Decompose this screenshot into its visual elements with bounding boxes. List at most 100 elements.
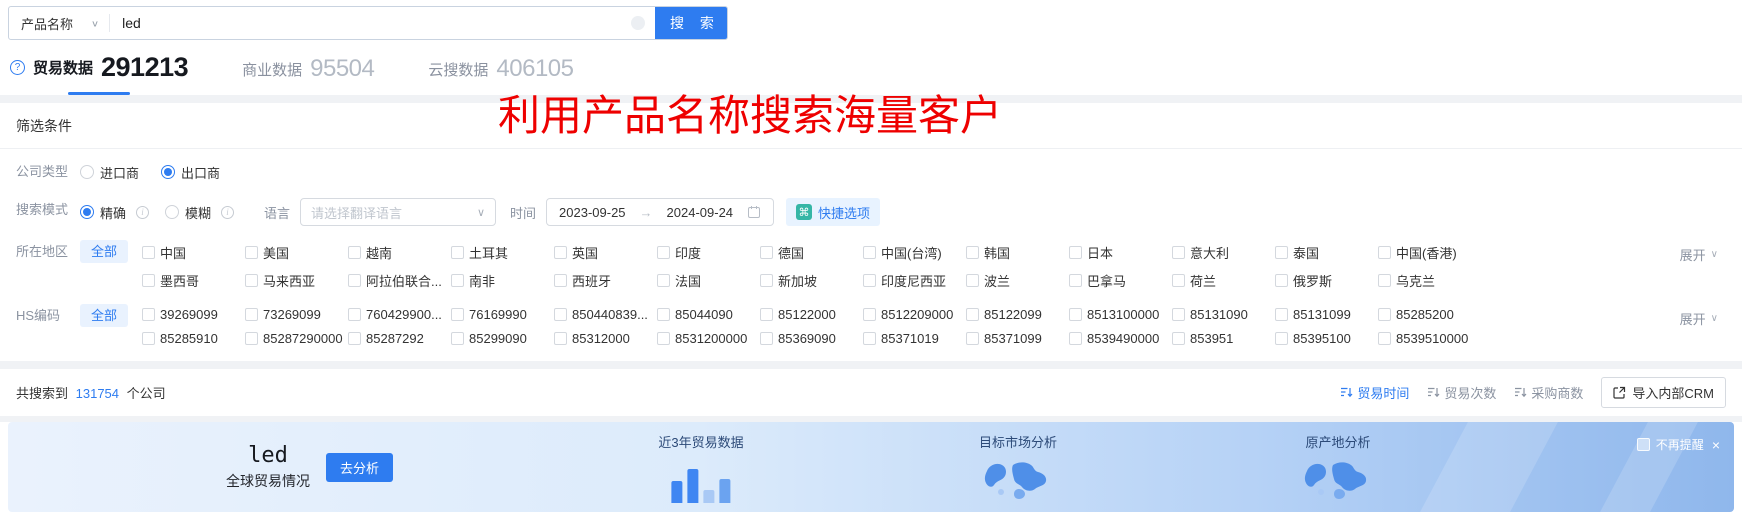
checkbox-icon[interactable] (1069, 308, 1083, 321)
hs-code-checkbox[interactable]: 85369090 (760, 331, 863, 346)
region-checkbox[interactable]: 南非 (451, 271, 554, 290)
hs-code-checkbox[interactable]: 85287290000 (245, 331, 348, 346)
checkbox-icon[interactable] (142, 308, 156, 321)
checkbox-icon[interactable] (1275, 332, 1289, 345)
region-checkbox[interactable]: 波兰 (966, 271, 1069, 290)
hs-code-checkbox[interactable]: 85122099 (966, 307, 1069, 322)
date-end[interactable]: 2024-09-24 (667, 205, 734, 220)
region-checkbox[interactable]: 韩国 (966, 243, 1069, 262)
checkbox-icon[interactable] (348, 246, 362, 259)
region-checkbox[interactable]: 新加坡 (760, 271, 863, 290)
checkbox-icon[interactable] (1378, 332, 1392, 345)
checkbox-icon[interactable] (1172, 274, 1186, 287)
checkbox-icon[interactable] (554, 332, 568, 345)
checkbox-icon[interactable] (1378, 274, 1392, 287)
question-icon[interactable]: ? (10, 60, 25, 75)
checkbox-icon[interactable] (451, 274, 465, 287)
checkbox-icon[interactable] (1172, 332, 1186, 345)
region-checkbox[interactable]: 西班牙 (554, 271, 657, 290)
checkbox-icon[interactable] (1172, 308, 1186, 321)
checkbox-icon[interactable] (245, 274, 259, 287)
hs-code-checkbox[interactable]: 85312000 (554, 331, 657, 346)
hs-code-checkbox[interactable]: 85285910 (142, 331, 245, 346)
hs-code-checkbox[interactable]: 8539490000 (1069, 331, 1172, 346)
region-checkbox[interactable]: 中国(台湾) (863, 243, 966, 262)
checkbox-icon[interactable] (451, 308, 465, 321)
hs-code-checkbox[interactable]: 850440839... (554, 307, 657, 322)
region-checkbox[interactable]: 法国 (657, 271, 760, 290)
banner-card-trade-3yr[interactable]: 近3年贸易数据 (658, 432, 744, 503)
analyze-button[interactable]: 去分析 (326, 452, 394, 482)
hs-code-checkbox[interactable]: 76169990 (451, 307, 554, 322)
checkbox-icon[interactable] (657, 332, 671, 345)
region-checkbox[interactable]: 墨西哥 (142, 271, 245, 290)
search-button[interactable]: 搜 索 (655, 7, 727, 39)
checkbox-icon[interactable] (554, 246, 568, 259)
close-icon[interactable]: × (1712, 437, 1720, 453)
language-select[interactable]: 请选择翻译语言 ∨ (300, 198, 497, 226)
checkbox-icon[interactable] (1275, 274, 1289, 287)
checkbox-icon[interactable] (1378, 308, 1392, 321)
region-checkbox[interactable]: 日本 (1069, 243, 1172, 262)
hs-code-checkbox[interactable]: 39269099 (142, 307, 245, 322)
checkbox-icon[interactable] (1069, 274, 1083, 287)
hs-code-checkbox[interactable]: 853951 (1172, 331, 1275, 346)
checkbox-icon[interactable] (451, 246, 465, 259)
region-checkbox[interactable]: 土耳其 (451, 243, 554, 262)
checkbox-icon[interactable] (142, 274, 156, 287)
checkbox-icon[interactable] (760, 274, 774, 287)
hs-code-checkbox[interactable]: 760429900... (348, 307, 451, 322)
results-count[interactable]: 131754 (76, 386, 119, 401)
checkbox-icon[interactable] (1275, 308, 1289, 321)
hs-code-checkbox[interactable]: 85131099 (1275, 307, 1378, 322)
region-checkbox[interactable]: 泰国 (1275, 243, 1378, 262)
region-checkbox[interactable]: 美国 (245, 243, 348, 262)
tab-trade-data[interactable]: ? 贸易数据 291213 (10, 54, 189, 95)
checkbox-icon[interactable] (1636, 438, 1650, 451)
checkbox-icon[interactable] (451, 332, 465, 345)
sort-trade-time[interactable]: 贸易时间 (1340, 383, 1409, 402)
sort-buyer-count[interactable]: 采购商数 (1514, 383, 1583, 402)
date-range-picker[interactable]: 2023-09-25 → 2024-09-24 (546, 198, 775, 226)
checkbox-icon[interactable] (863, 332, 877, 345)
hs-expand-link[interactable]: 展开 ∨ (1680, 309, 1718, 328)
checkbox-icon[interactable] (245, 246, 259, 259)
hs-code-checkbox[interactable]: 85285200 (1378, 307, 1481, 322)
checkbox-icon[interactable] (142, 332, 156, 345)
checkbox-icon[interactable] (863, 308, 877, 321)
hs-code-checkbox[interactable]: 85122000 (760, 307, 863, 322)
checkbox-icon[interactable] (142, 246, 156, 259)
checkbox-icon[interactable] (1275, 246, 1289, 259)
checkbox-icon[interactable] (245, 308, 259, 321)
region-expand-link[interactable]: 展开 ∨ (1680, 245, 1718, 264)
region-checkbox[interactable]: 印度 (657, 243, 760, 262)
radio-fuzzy[interactable]: 模糊 (165, 203, 211, 222)
checkbox-icon[interactable] (348, 274, 362, 287)
hs-code-checkbox[interactable]: 85131090 (1172, 307, 1275, 322)
tab-cloud-search-data[interactable]: 云搜数据 406105 (428, 57, 574, 87)
checkbox-icon[interactable] (966, 274, 980, 287)
checkbox-icon[interactable] (554, 274, 568, 287)
region-checkbox[interactable]: 乌克兰 (1378, 271, 1481, 290)
radio-exact[interactable]: 精确 (80, 203, 126, 222)
checkbox-icon[interactable] (348, 308, 362, 321)
checkbox-icon[interactable] (554, 308, 568, 321)
info-icon[interactable]: i (221, 205, 235, 219)
hs-code-checkbox[interactable]: 85287292 (348, 331, 451, 346)
hs-code-checkbox[interactable]: 8513100000 (1069, 307, 1172, 322)
checkbox-icon[interactable] (1069, 332, 1083, 345)
search-input[interactable] (110, 7, 631, 39)
checkbox-icon[interactable] (657, 274, 671, 287)
checkbox-icon[interactable] (863, 274, 877, 287)
checkbox-icon[interactable] (1378, 246, 1392, 259)
region-checkbox[interactable]: 马来西亚 (245, 271, 348, 290)
region-checkbox[interactable]: 印度尼西亚 (863, 271, 966, 290)
region-checkbox[interactable]: 越南 (348, 243, 451, 262)
hs-code-checkbox[interactable]: 8512209000 (863, 307, 966, 322)
checkbox-icon[interactable] (966, 332, 980, 345)
region-checkbox[interactable]: 中国(香港) (1378, 243, 1481, 262)
hs-code-checkbox[interactable]: 8531200000 (657, 331, 760, 346)
region-checkbox[interactable]: 俄罗斯 (1275, 271, 1378, 290)
radio-exporter[interactable]: 出口商 (161, 163, 220, 182)
banner-card-target-market[interactable]: 目标市场分析 (979, 432, 1057, 501)
